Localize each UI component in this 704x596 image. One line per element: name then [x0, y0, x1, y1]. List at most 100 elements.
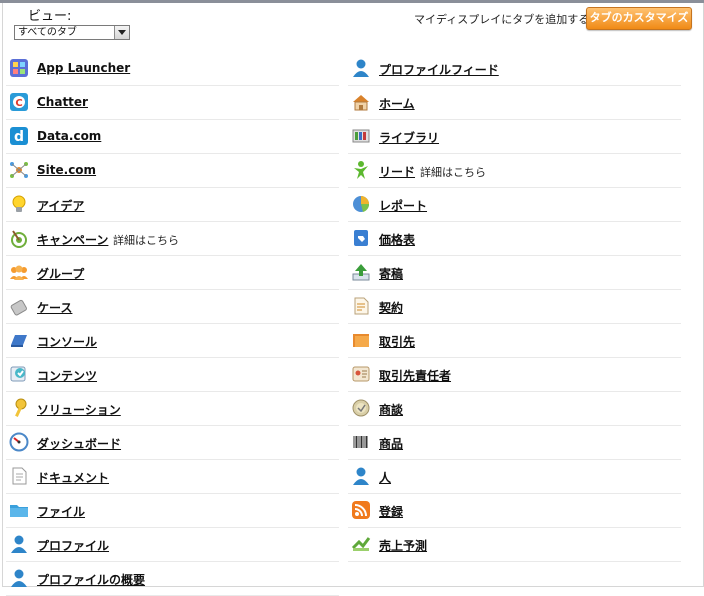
- lead-icon[interactable]: [351, 160, 371, 180]
- contact-card-icon[interactable]: [351, 364, 371, 384]
- person-icon[interactable]: [9, 568, 29, 588]
- tab-row: d Data.com: [6, 120, 339, 154]
- tab-link[interactable]: コンテンツ: [37, 367, 97, 384]
- tab-row: 取引先責任者: [348, 358, 681, 392]
- account-folder-icon[interactable]: [351, 330, 371, 350]
- tab-row: 人: [348, 460, 681, 494]
- data-com-icon[interactable]: d: [9, 126, 29, 146]
- tab-link[interactable]: ライブラリ: [379, 129, 439, 146]
- solution-key-icon[interactable]: [9, 398, 29, 418]
- customize-tabs-button[interactable]: タブのカスタマイズ: [586, 7, 692, 30]
- tabs-column-left: App Launcher C Chatter d Data.com Site.com アイデ…: [6, 52, 339, 596]
- rss-icon[interactable]: [351, 500, 371, 520]
- tab-link[interactable]: キャンペーン: [37, 231, 108, 248]
- tab-link[interactable]: ダッシュボード: [37, 435, 121, 452]
- pricebook-icon[interactable]: [351, 228, 371, 248]
- tab-link[interactable]: 商談: [379, 401, 403, 418]
- tab-link[interactable]: Chatter: [37, 95, 88, 109]
- chatter-icon[interactable]: C: [9, 92, 29, 112]
- library-icon[interactable]: [351, 126, 371, 146]
- tab-row: ファイル: [6, 494, 339, 528]
- person-icon[interactable]: [9, 534, 29, 554]
- lightbulb-icon[interactable]: [9, 194, 29, 214]
- tab-link[interactable]: 商品: [379, 435, 403, 452]
- person-icon[interactable]: [351, 58, 371, 78]
- tab-link[interactable]: 寄稿: [379, 265, 403, 282]
- barcode-icon[interactable]: [351, 432, 371, 452]
- tab-link[interactable]: プロファイルフィード: [379, 61, 499, 78]
- campaign-target-icon[interactable]: [9, 228, 29, 248]
- tab-row: コンテンツ: [6, 358, 339, 392]
- tab-link[interactable]: リード: [379, 163, 415, 180]
- opportunity-coin-icon[interactable]: [351, 398, 371, 418]
- group-icon[interactable]: [9, 262, 29, 282]
- tab-row: プロファイルの概要: [6, 562, 339, 596]
- dashboard-gauge-icon[interactable]: [9, 432, 29, 452]
- tab-link[interactable]: レポート: [379, 197, 427, 214]
- tab-link[interactable]: グループ: [37, 265, 84, 282]
- tabs-column-right: プロファイルフィード ホームライブラリリード 詳細はこちらレポート価格表寄稿契約取引…: [348, 52, 681, 562]
- add-to-display-text: マイディスプレイにタブを追加する: [414, 13, 590, 26]
- tab-row: プロファイル: [6, 528, 339, 562]
- tab-link[interactable]: Site.com: [37, 163, 96, 177]
- learn-more-text: 詳細はこちら: [113, 234, 179, 247]
- tab-link[interactable]: 登録: [379, 503, 403, 520]
- tab-link[interactable]: アイデア: [37, 197, 84, 214]
- site-com-icon[interactable]: [9, 160, 29, 180]
- tab-link[interactable]: コンソール: [37, 333, 97, 350]
- app-launcher-icon[interactable]: [9, 58, 29, 78]
- tab-row: グループ: [6, 256, 339, 290]
- tab-row: 売上予測: [348, 528, 681, 562]
- tab-row: ライブラリ: [348, 120, 681, 154]
- tab-row: キャンペーン 詳細はこちら: [6, 222, 339, 256]
- tab-row: Site.com: [6, 154, 339, 188]
- tab-link[interactable]: 取引先: [379, 333, 415, 350]
- view-select[interactable]: すべてのタブ: [14, 25, 130, 40]
- learn-more-text: 詳細はこちら: [420, 166, 486, 179]
- tab-row: App Launcher: [6, 52, 339, 86]
- tab-row: ホーム: [348, 86, 681, 120]
- tab-link[interactable]: ケース: [37, 299, 72, 316]
- tab-link[interactable]: プロファイル: [37, 537, 109, 554]
- tab-row: アイデア: [6, 188, 339, 222]
- tab-row: 商品: [348, 426, 681, 460]
- tab-link[interactable]: 売上予測: [379, 537, 427, 554]
- tab-row: 契約: [348, 290, 681, 324]
- console-icon[interactable]: [9, 330, 29, 350]
- view-select-value: すべてのタブ: [18, 27, 77, 38]
- tab-link[interactable]: ファイル: [37, 503, 85, 520]
- tab-row: リード 詳細はこちら: [348, 154, 681, 188]
- tab-link[interactable]: ドキュメント: [37, 469, 109, 486]
- file-folder-icon[interactable]: [9, 500, 29, 520]
- upload-arrow-icon[interactable]: [351, 262, 371, 282]
- forecast-icon[interactable]: [351, 534, 371, 554]
- tab-row: 価格表: [348, 222, 681, 256]
- tab-row: ソリューション: [6, 392, 339, 426]
- tab-row: 登録: [348, 494, 681, 528]
- content-icon[interactable]: [9, 364, 29, 384]
- chevron-down-icon[interactable]: [114, 26, 129, 39]
- report-chart-icon[interactable]: [351, 194, 371, 214]
- view-label: ビュー:: [28, 9, 72, 24]
- contract-icon[interactable]: [351, 296, 371, 316]
- tab-link[interactable]: 契約: [379, 299, 403, 316]
- tab-row: 取引先: [348, 324, 681, 358]
- tab-link[interactable]: ホーム: [379, 95, 415, 112]
- tab-link[interactable]: 人: [379, 469, 391, 486]
- tab-link[interactable]: App Launcher: [37, 61, 130, 75]
- tab-row: 商談: [348, 392, 681, 426]
- svg-text:d: d: [14, 129, 24, 145]
- tab-row: ドキュメント: [6, 460, 339, 494]
- document-icon[interactable]: [9, 466, 29, 486]
- tab-row: 寄稿: [348, 256, 681, 290]
- tab-row: プロファイルフィード: [348, 52, 681, 86]
- person-icon[interactable]: [351, 466, 371, 486]
- tab-row: レポート: [348, 188, 681, 222]
- tab-link[interactable]: プロファイルの概要: [37, 571, 145, 588]
- tab-link[interactable]: 取引先責任者: [379, 367, 451, 384]
- tab-link[interactable]: ソリューション: [37, 401, 121, 418]
- case-icon[interactable]: [9, 296, 29, 316]
- tab-link[interactable]: 価格表: [379, 231, 415, 248]
- home-icon[interactable]: [351, 92, 371, 112]
- tab-link[interactable]: Data.com: [37, 129, 101, 143]
